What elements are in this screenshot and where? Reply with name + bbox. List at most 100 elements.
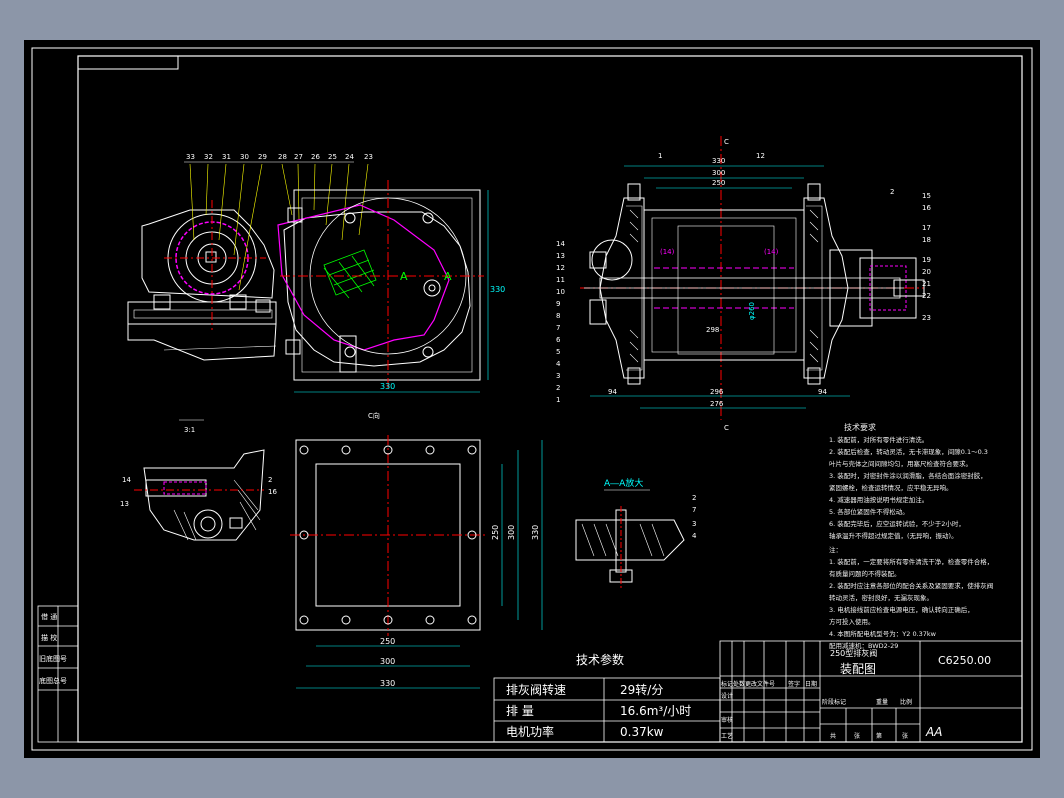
balloon-28: 28 xyxy=(278,153,287,161)
note-line-7: 5. 各部位紧固件不得松动。 xyxy=(829,508,909,516)
balloon-m12: 12 xyxy=(756,152,765,160)
note-line-1: 1. 装配前，对所有零件进行清洗。 xyxy=(829,436,929,444)
balloon-l7: 7 xyxy=(556,324,560,332)
balloon-m7: 7 xyxy=(692,506,696,514)
note-line-5: 紧固螺栓，检查运转情况，应平稳无异响。 xyxy=(829,484,953,492)
plan-dim-300: 300 xyxy=(380,657,395,666)
balloon-r22: 22 xyxy=(922,292,931,300)
balloon-r21: 21 xyxy=(922,280,931,288)
tb-left-1: 设计 xyxy=(721,692,733,700)
detail-view xyxy=(134,449,265,541)
balloon-m1: 1 xyxy=(658,152,662,160)
notes-heading: 技术要求 xyxy=(844,423,876,432)
side-stamp-3: 旧底图号 xyxy=(39,654,67,663)
side-stamp-2: 描 校 xyxy=(41,633,57,642)
plan-dim-v250: 250 xyxy=(491,525,500,540)
tb-sheet-4: 张 xyxy=(902,732,908,740)
param-power-value: 0.37kw xyxy=(620,725,664,739)
balloon-m2b: 2 xyxy=(268,476,272,484)
dim-bottom-94b: 94 xyxy=(818,388,827,396)
balloon-31: 31 xyxy=(222,153,231,161)
balloon-26: 26 xyxy=(311,153,320,161)
dim-side-330: 330 xyxy=(490,285,505,294)
cut-a-right: A xyxy=(444,270,452,283)
param-volume-label: 排 量 xyxy=(506,704,534,718)
plan-dim-v300: 300 xyxy=(507,525,516,540)
front-view-body xyxy=(277,180,484,388)
balloon-l5: 5 xyxy=(556,348,560,356)
balloon-27: 27 xyxy=(294,153,303,161)
balloon-m4: 4 xyxy=(692,532,697,540)
balloon-l3: 3 xyxy=(556,372,560,380)
balloon-r19: 19 xyxy=(922,256,931,264)
balloon-r16: 16 xyxy=(922,204,931,212)
note-line-4: 3. 装配时，对密封件涂以润滑脂，各结合面涂密封胶， xyxy=(829,472,987,480)
note-line-8: 6. 装配完毕后，应空运转试验，不少于2小时， xyxy=(829,520,965,528)
note-line-13: 2. 装配时应注意各部位的配合关系及紧固要求，使排灰阀 xyxy=(829,582,994,590)
balloons-right: 15 16 17 18 19 20 21 22 23 xyxy=(922,192,931,322)
tb-header-5: 日期 xyxy=(805,680,817,688)
balloon-m14: 14 xyxy=(122,476,131,484)
note-line-12: 有质量问题的不得装配。 xyxy=(829,570,901,578)
title-drawing-no: C6250.00 xyxy=(938,654,991,667)
section-view-rotor xyxy=(580,136,925,420)
note-line-2: 2. 装配后检查，转动灵活，无卡滞现象，间隙0.1～0.3 xyxy=(829,448,988,456)
tb-sheet-3: 第 xyxy=(876,732,882,740)
section-a-a-label: A―A放大 xyxy=(604,477,643,489)
balloon-m2c: 2 xyxy=(692,494,696,502)
balloons-left: 14 13 12 11 10 9 8 7 6 5 4 3 2 1 xyxy=(556,240,565,404)
front-view-dims: 330 330 A A xyxy=(294,190,505,393)
dim-front-330: 330 xyxy=(380,382,395,391)
tb-stage-1: 阶段标记 xyxy=(822,698,846,706)
balloon-r17: 17 xyxy=(922,224,931,232)
cut-a-left: A xyxy=(400,270,408,283)
balloon-l12: 12 xyxy=(556,264,565,272)
balloon-29: 29 xyxy=(258,153,267,161)
side-stamp-column xyxy=(37,605,79,743)
balloon-l1: 1 xyxy=(556,396,560,404)
tech-params-cells: 排灰阀转速 29转/分 排 量 16.6m³/小时 电机功率 0.37kw xyxy=(506,682,691,739)
param-power-label: 电机功率 xyxy=(506,724,554,739)
balloon-r18: 18 xyxy=(922,236,931,244)
param-speed-label: 排灰阀转速 xyxy=(506,682,566,697)
tb-stage-2: 重量 xyxy=(876,698,888,706)
dim-bottom-296: 296 xyxy=(710,388,724,396)
balloon-l8: 8 xyxy=(556,312,560,320)
note-line-11: 1. 装配前，一定要将所有零件清洗干净，检查零件合格， xyxy=(829,558,994,566)
balloon-l14: 14 xyxy=(556,240,565,248)
tb-left-3: 工艺 xyxy=(721,732,733,740)
dim-top-300: 300 xyxy=(712,169,725,177)
assembly-drawing: 借 通 描 校 旧底图号 底图总号 33 32 31 30 29 28 27 2… xyxy=(31,47,1033,751)
title-block-text: 250型排灰阀 装配图 C6250.00 标记 处数 更改文件号 签字 日期 设… xyxy=(721,648,991,740)
tb-header-2: 处数 xyxy=(733,680,745,688)
balloon-25: 25 xyxy=(328,153,337,161)
note-line-10: 注： xyxy=(829,546,842,554)
dim-bottom-276: 276 xyxy=(710,400,724,408)
dim-14a: (14) xyxy=(660,248,675,256)
balloon-23: 23 xyxy=(364,153,373,161)
plan-dim-330: 330 xyxy=(380,679,395,688)
side-stamp-4: 底图总号 xyxy=(39,676,67,685)
balloon-l13: 13 xyxy=(556,252,565,260)
tb-sheet-1: 共 xyxy=(830,732,836,740)
scale-label: 3:1 C向 xyxy=(179,411,380,434)
balloon-l6: 6 xyxy=(556,336,561,344)
balloon-32: 32 xyxy=(204,153,213,161)
tb-header-4: 签字 xyxy=(788,680,800,688)
tb-logo: AA xyxy=(925,725,942,739)
tb-header-1: 标记 xyxy=(721,680,733,688)
param-volume-value: 16.6m³/小时 xyxy=(620,704,691,718)
balloon-30: 30 xyxy=(240,153,249,161)
balloon-l11: 11 xyxy=(556,276,565,284)
note-line-18: 配用减速机：BWD2-29 xyxy=(829,642,899,650)
title-name: 装配图 xyxy=(840,662,876,676)
balloon-r23: 23 xyxy=(922,314,931,322)
note-line-3: 叶片与壳体之间间隙均匀，用塞尺检查符合要求。 xyxy=(829,460,972,468)
section-dims: 330 300 250 (14) (14) 298 φ260 296 276 9… xyxy=(590,138,850,432)
side-stamp-labels: 借 通 描 校 旧底图号 底图总号 xyxy=(39,612,67,685)
balloon-l10: 10 xyxy=(556,288,565,296)
tech-params-heading: 技术参数 xyxy=(576,652,624,667)
dim-bottom-94a: 94 xyxy=(608,388,617,396)
plan-view xyxy=(290,435,486,636)
corner-box xyxy=(77,55,179,70)
